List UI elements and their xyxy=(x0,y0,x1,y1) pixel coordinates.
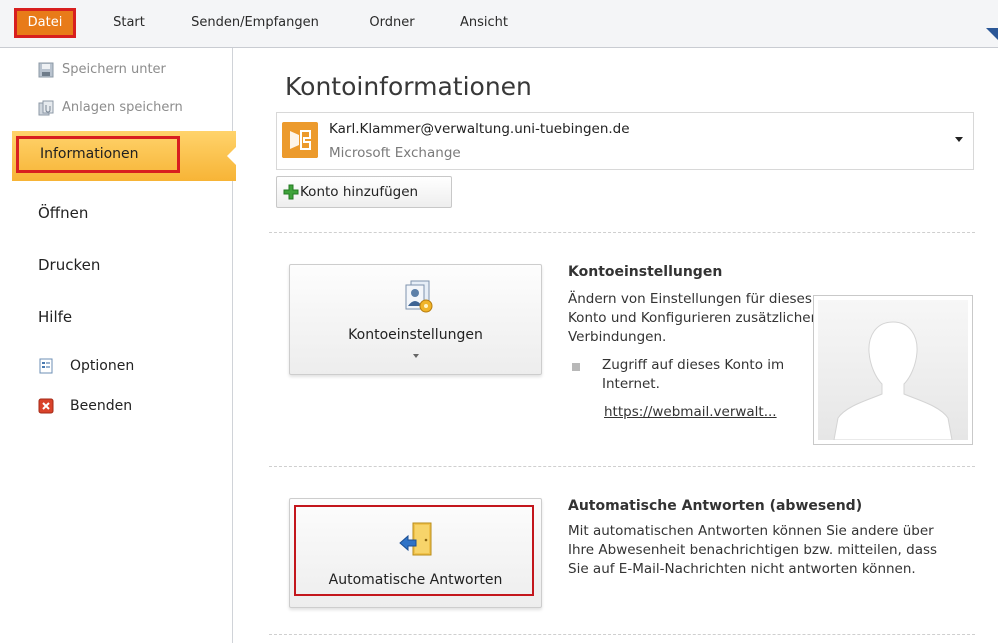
add-account-label: Konto hinzufügen xyxy=(300,184,419,200)
tab-start[interactable]: Start xyxy=(102,8,156,38)
section-divider xyxy=(269,466,975,467)
account-selector[interactable]: Karl.Klammer@verwaltung.uni-tuebingen.de… xyxy=(276,112,974,170)
profile-silhouette-icon xyxy=(818,300,968,440)
nav-save-attachments-label: Anlagen speichern xyxy=(62,100,183,115)
auto-reply-door-icon xyxy=(399,522,432,556)
backstage-nav: Speichern unter Anlagen speichern Inform… xyxy=(0,48,237,643)
nav-informationen[interactable]: Informationen xyxy=(12,131,237,181)
auto-reply-description: Mit automatischen Antworten können Sie a… xyxy=(568,523,938,577)
account-settings-button-label: Kontoeinstellungen xyxy=(348,327,483,343)
outlook-backstage-window: Datei Start Senden/Empfangen Ordner Ansi… xyxy=(0,0,998,643)
nav-hilfe[interactable]: Hilfe xyxy=(38,308,72,326)
save-as-icon xyxy=(38,62,54,78)
save-attachments-icon xyxy=(38,100,54,116)
ribbon-tab-bar: Datei Start Senden/Empfangen Ordner Ansi… xyxy=(0,0,998,48)
exchange-icon xyxy=(282,122,318,158)
account-email: Karl.Klammer@verwaltung.uni-tuebingen.de xyxy=(329,121,630,137)
dropdown-arrow-icon xyxy=(413,354,419,358)
account-settings-button[interactable]: Kontoeinstellungen xyxy=(289,264,542,375)
nav-save-as-label: Speichern unter xyxy=(62,62,166,77)
exit-icon xyxy=(38,398,54,414)
nav-exit-label: Beenden xyxy=(70,398,133,414)
add-account-button[interactable]: Konto hinzufügen xyxy=(276,176,452,208)
nav-info-label: Informationen xyxy=(40,146,139,162)
webmail-link[interactable]: https://webmail.verwalt... xyxy=(604,404,777,420)
tab-datei[interactable]: Datei xyxy=(14,8,76,38)
auto-reply-title: Automatische Antworten (abwesend) xyxy=(568,498,863,514)
auto-reply-button-label: Automatische Antworten xyxy=(328,572,503,588)
account-settings-title: Kontoeinstellungen xyxy=(568,264,723,280)
chevron-down-icon[interactable] xyxy=(955,137,963,142)
nav-options-label: Optionen xyxy=(70,358,135,374)
page-title: Kontoinformationen xyxy=(285,72,532,101)
tab-senden-empfangen[interactable]: Senden/Empfangen xyxy=(170,8,340,38)
section-divider xyxy=(269,232,975,233)
nav-oeffnen[interactable]: Öffnen xyxy=(38,204,88,222)
nav-drucken[interactable]: Drucken xyxy=(38,256,100,274)
options-icon xyxy=(39,358,53,374)
plus-icon xyxy=(283,184,299,200)
section-divider xyxy=(269,634,975,635)
tab-ansicht[interactable]: Ansicht xyxy=(446,8,522,38)
account-settings-description: Ändern von Einstellungen für dieses Kont… xyxy=(568,291,817,345)
webmail-access-text: Zugriff auf dieses Konto im Internet. xyxy=(602,357,785,392)
tab-ordner[interactable]: Ordner xyxy=(354,8,430,38)
auto-reply-button[interactable]: Automatische Antworten xyxy=(289,498,542,608)
profile-picture[interactable] xyxy=(813,295,973,445)
bullet-icon xyxy=(572,363,580,371)
account-info-panel: Kontoinformationen Karl.Klammer@verwaltu… xyxy=(233,48,998,643)
account-type: Microsoft Exchange xyxy=(329,145,461,161)
ribbon-corner-decoration xyxy=(986,28,998,40)
account-settings-icon xyxy=(405,280,433,313)
